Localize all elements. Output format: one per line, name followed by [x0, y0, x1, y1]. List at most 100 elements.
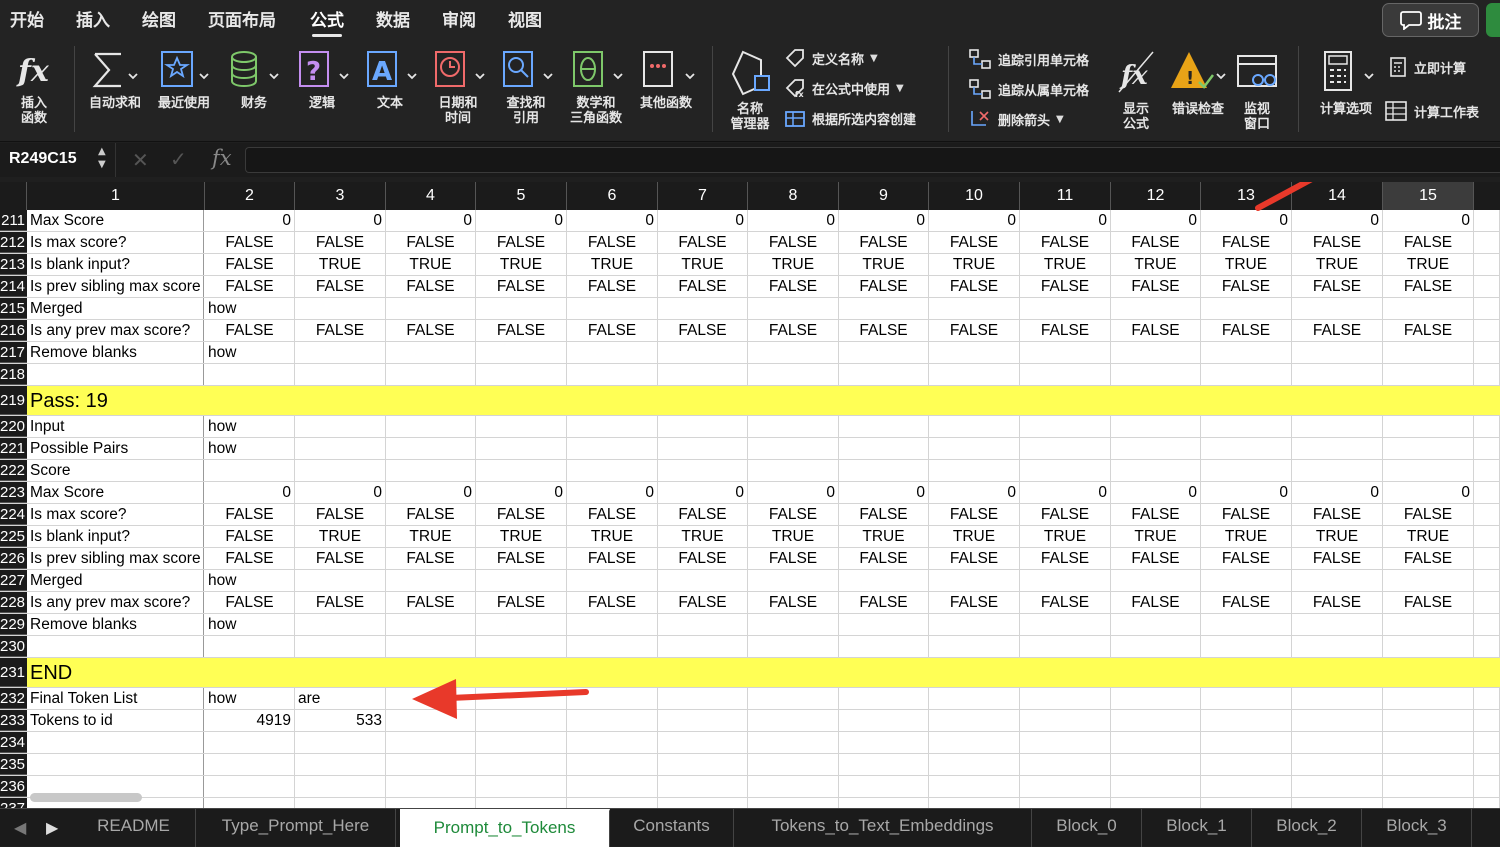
svg-text:?: ? [306, 57, 321, 87]
calc-sheet-label: 计算工作表 [1414, 105, 1480, 121]
sheet-tab[interactable]: Prompt_to_Tokens [400, 809, 610, 847]
annotation-arrow-tokens-head [412, 679, 457, 719]
define-name-label: 定义名称 [812, 52, 865, 68]
define-name-button[interactable]: 定义名称 ▼ [784, 48, 878, 68]
star-book-icon [161, 51, 209, 87]
datetime-button[interactable]: 日期和 时间 [428, 48, 488, 126]
annotation-arrow-calc-sheet [1255, 182, 1313, 211]
financial-button[interactable]: 财务 [224, 48, 284, 111]
remove-arrows-label: 删除箭头 [998, 113, 1051, 129]
share-button-edge[interactable] [1486, 3, 1500, 37]
more-functions-button[interactable]: 其他函数 [634, 48, 698, 111]
comment-icon [1399, 11, 1422, 30]
sheet-tab[interactable]: Block_1 [1142, 809, 1252, 847]
sheet-tab[interactable]: Block_0 [1032, 809, 1142, 847]
tab-menu-2[interactable]: 绘图 [142, 6, 176, 31]
recent-label: 最近使用 [157, 96, 210, 111]
text-a-icon: A [367, 51, 417, 87]
formula-tag-icon: fx [785, 79, 804, 98]
use-in-formula-button[interactable]: fx 在公式中使用 ▼ [784, 78, 904, 98]
question-icon: ? [299, 51, 349, 87]
calculator-small-icon [1390, 57, 1406, 77]
trace-dependents-button[interactable]: 追踪从属单元格 [968, 78, 1089, 100]
math-label: 数学和 三角函数 [569, 96, 622, 126]
text-functions-button[interactable]: A 文本 [360, 48, 420, 111]
create-from-selection-label: 根据所选内容创建 [812, 112, 917, 128]
more-dots-icon [643, 51, 695, 87]
scroll-right-icon[interactable]: ▶ [46, 818, 58, 837]
formula-bar: R249C15 ▲ ▼ ✕ ✓ fx [0, 143, 1500, 177]
recent-functions-button[interactable]: 最近使用 [152, 48, 216, 111]
chevron-down-icon: ▼ [896, 82, 904, 94]
svg-text:!: ! [1186, 68, 1194, 89]
trace-precedents-label: 追踪引用单元格 [998, 53, 1090, 69]
trace-precedents-button[interactable]: 追踪引用单元格 [968, 48, 1089, 70]
tab-menu-3[interactable]: 页面布局 [208, 6, 276, 31]
error-checking-label: 错误检查 [1171, 102, 1224, 117]
name-manager-label: 名称 管理器 [730, 102, 770, 132]
trace-dependents-label: 追踪从属单元格 [998, 83, 1090, 99]
lookup-button[interactable]: 查找和 引用 [496, 48, 556, 126]
sheet-tab[interactable]: Type_Prompt_Here [196, 809, 396, 847]
calc-options-label: 计算选项 [1319, 102, 1372, 117]
comment-button[interactable]: 批注 [1382, 3, 1479, 37]
sheet-tab[interactable]: README [72, 809, 196, 847]
financial-label: 财务 [240, 96, 267, 111]
autosum-label: 自动求和 [88, 96, 141, 111]
name-box-stepper-icon[interactable]: ▲ ▼ [98, 145, 106, 171]
sheet-tab[interactable]: Block_3 [1362, 809, 1472, 847]
logical-button[interactable]: ? 逻辑 [292, 48, 352, 111]
scroll-left-icon[interactable]: ◀ [14, 818, 26, 837]
trace-dependents-icon [969, 79, 991, 99]
show-formulas-label: 显示 公式 [1122, 102, 1149, 132]
tab-menu-4[interactable]: 公式 [310, 6, 344, 37]
fx-icon: fx [16, 54, 50, 89]
calc-options-button[interactable]: 计算选项 [1310, 48, 1382, 117]
warning-check-icon: ! [1171, 52, 1226, 89]
lookup-label: 查找和 引用 [506, 96, 546, 126]
chevron-down-icon: ▼ [870, 52, 878, 64]
comment-label: 批注 [1427, 12, 1462, 33]
remove-arrows-icon [971, 111, 989, 126]
fx-button[interactable]: fx [212, 146, 232, 170]
confirm-icon[interactable]: ✓ [170, 147, 187, 171]
math-button[interactable]: 数学和 三角函数 [564, 48, 628, 126]
error-checking-button[interactable]: ! 错误检查 [1166, 48, 1230, 117]
watch-window-icon [1237, 55, 1277, 87]
clock-icon [435, 51, 485, 87]
tab-menu-0[interactable]: 开始 [10, 6, 44, 31]
calc-sheet-button[interactable]: 计算工作表 [1384, 100, 1479, 122]
calc-now-label: 立即计算 [1414, 61, 1467, 77]
insert-function-button[interactable]: fx 插入 函数 [8, 48, 60, 126]
formula-input[interactable] [245, 147, 1500, 173]
spreadsheet-grid[interactable]: 1 2 3 4 5 6 7 8 9 10 11 12 13 14 15 211 Max Score 0 0 0 0 0 0… [0, 182, 1500, 808]
use-in-formula-label: 在公式中使用 [812, 82, 891, 98]
create-from-selection-button[interactable]: 根据所选内容创建 [784, 108, 916, 128]
ribbon: fx 插入 函数 自动求和 最近使用 财务 ? 逻辑 A 文本 日期和 时间 查… [0, 40, 1500, 142]
tab-menu-5[interactable]: 数据 [376, 6, 410, 31]
remove-arrows-button[interactable]: 删除箭头 ▼ [968, 108, 1064, 130]
tab-menu-7[interactable]: 视图 [508, 6, 542, 31]
sheet-tab-bar: ◀ ▶ README Type_Prompt_Here Prompt_to_Toke… [0, 808, 1500, 847]
chevron-down-icon: ▼ [1056, 113, 1064, 125]
show-formulas-button[interactable]: fx 显示 公式 [1112, 48, 1160, 132]
trace-precedents-icon [969, 49, 991, 69]
sigma-icon [92, 52, 138, 88]
tag-icon [785, 49, 804, 68]
sheet-tab[interactable]: Block_2 [1252, 809, 1362, 847]
sheet-tab[interactable]: Tokens_to_Text_Embeddings [734, 809, 1032, 847]
text-label: 文本 [376, 96, 403, 111]
tab-menu-6[interactable]: 审阅 [442, 6, 476, 31]
sheet-tab[interactable]: Constants [610, 809, 734, 847]
calculator-icon [1324, 51, 1374, 91]
theta-icon [573, 51, 623, 87]
datetime-label: 日期和 时间 [438, 96, 478, 126]
calc-now-button[interactable]: 立即计算 [1388, 56, 1466, 78]
name-manager-button[interactable]: 名称 管理器 [724, 48, 776, 132]
autosum-button[interactable]: 自动求和 [84, 48, 146, 111]
tab-menu-1[interactable]: 插入 [76, 6, 110, 31]
cancel-icon[interactable]: ✕ [132, 148, 149, 172]
insert-function-label: 插入 函数 [20, 96, 47, 126]
watch-window-button[interactable]: 监视 窗口 [1234, 48, 1280, 132]
watch-window-label: 监视 窗口 [1243, 102, 1270, 132]
